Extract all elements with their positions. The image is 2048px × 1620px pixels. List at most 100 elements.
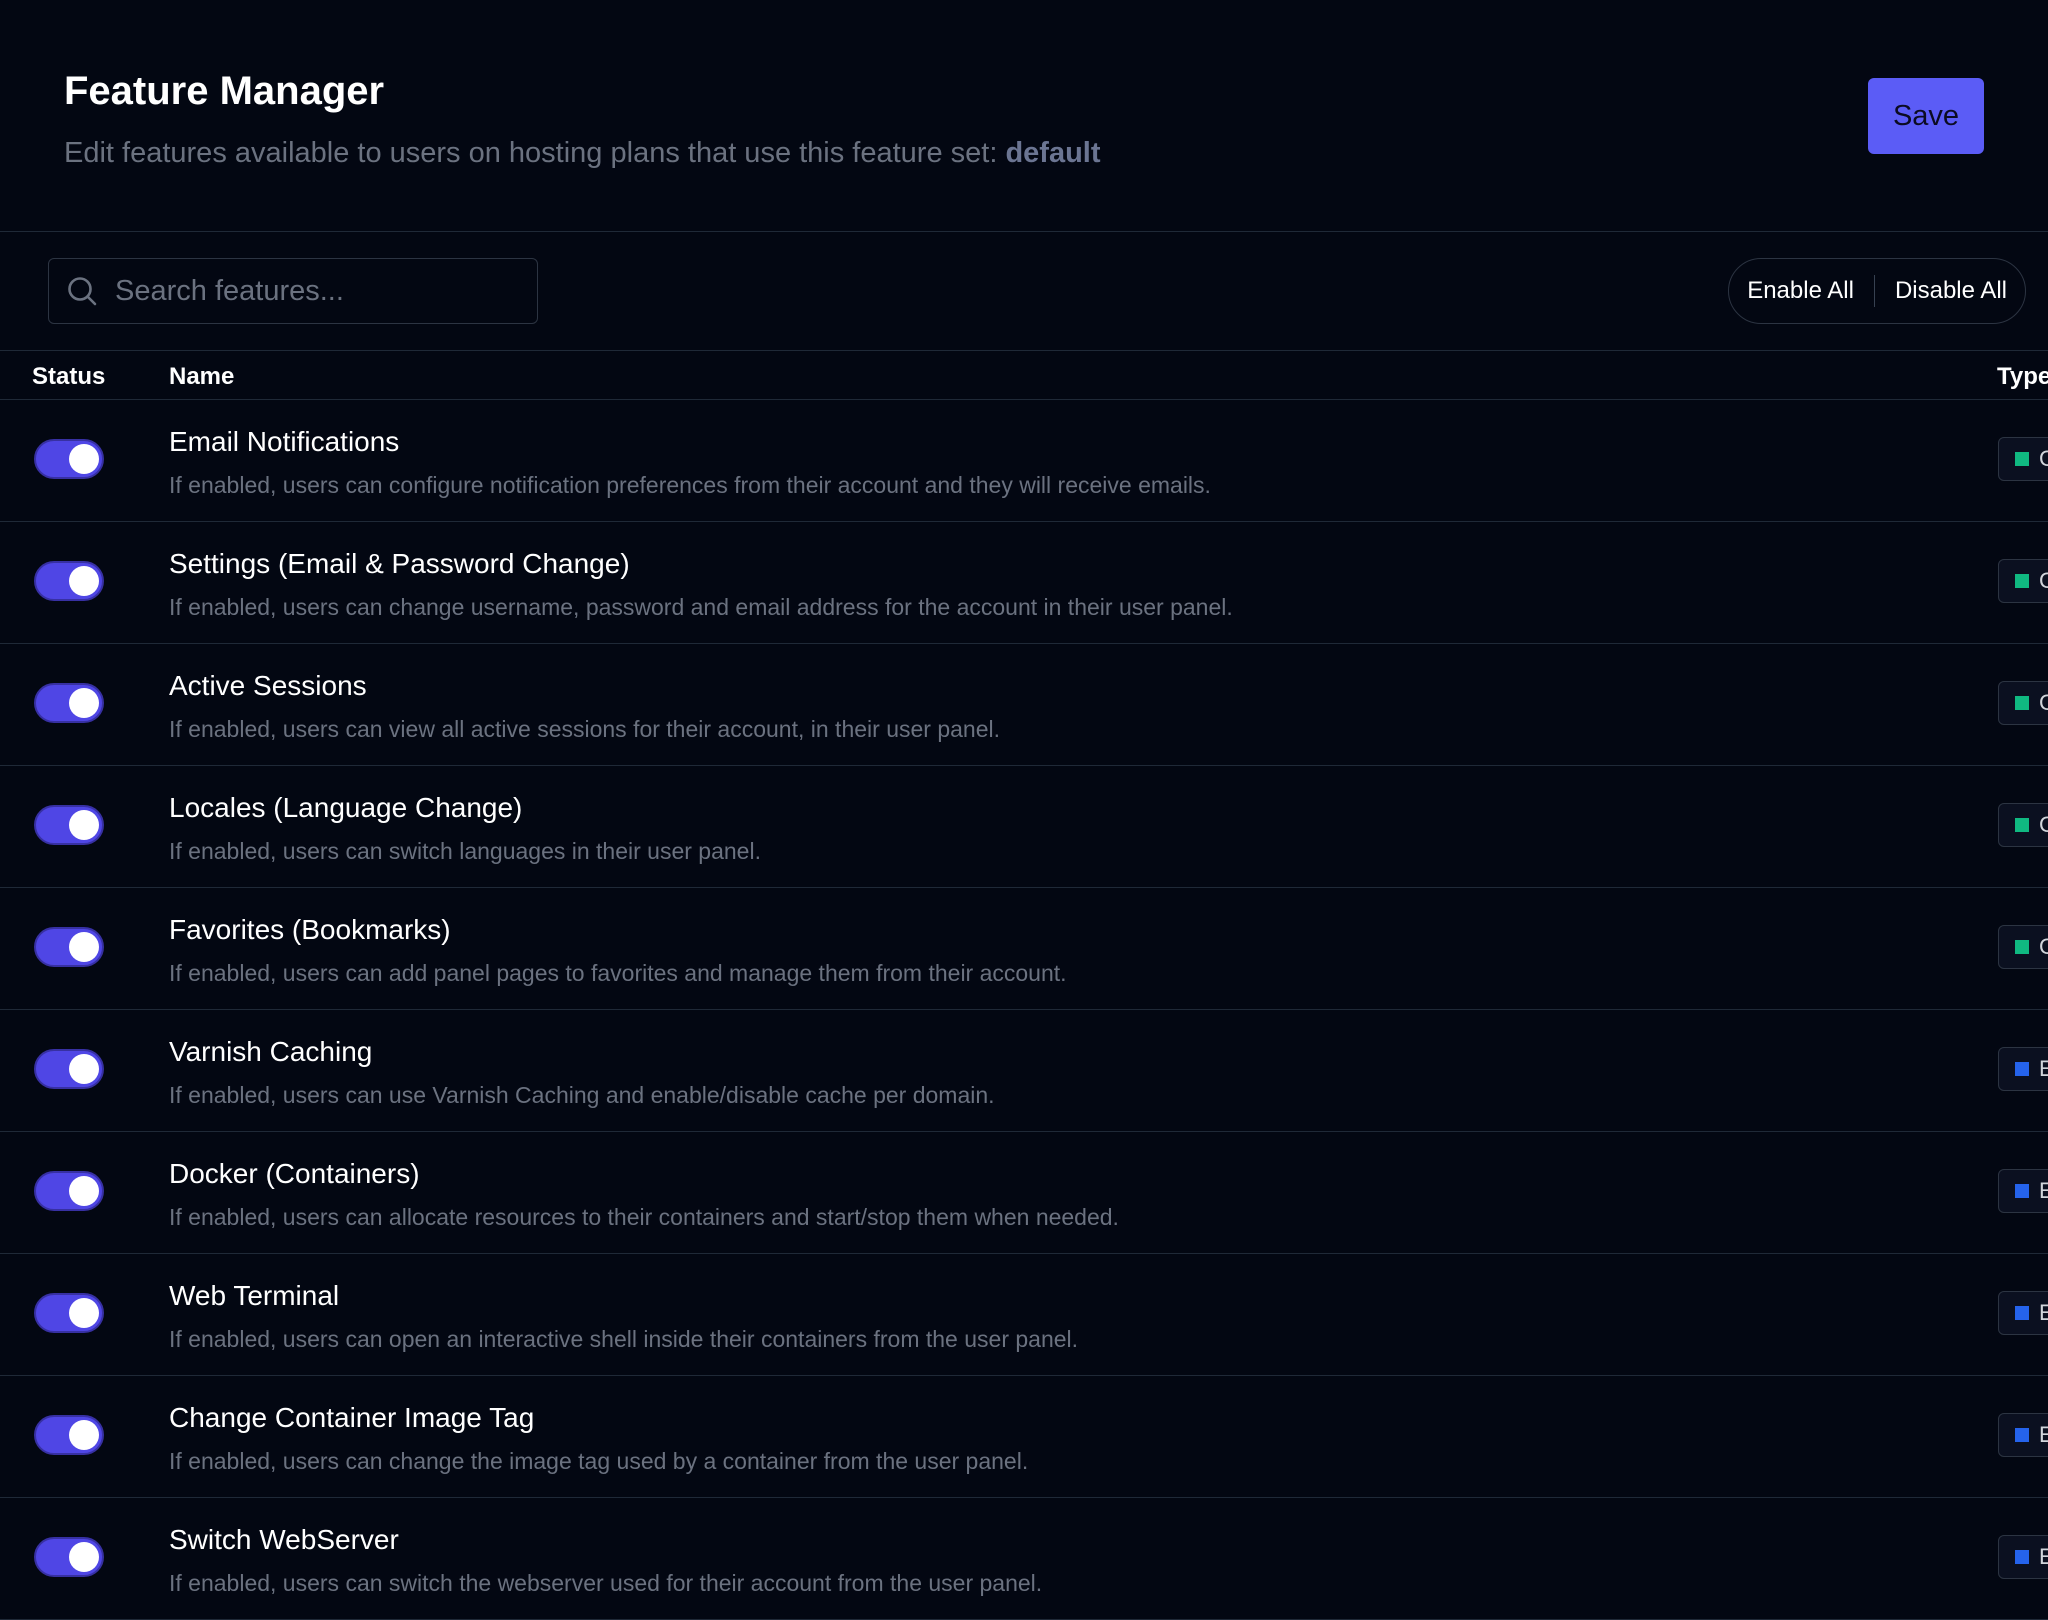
feature-manager-page: Feature Manager Edit features available … xyxy=(0,0,2048,1620)
feature-name: Web Terminal xyxy=(169,1280,340,1311)
page-header: Feature Manager Edit features available … xyxy=(0,0,2048,232)
search-input[interactable] xyxy=(113,273,517,309)
feature-description: If enabled, users can use Varnish Cachin… xyxy=(169,1082,995,1108)
subtitle-text: Edit features available to users on host… xyxy=(64,137,998,169)
feature-description: If enabled, users can switch the webserv… xyxy=(169,1570,1043,1596)
status-toggle[interactable] xyxy=(34,1171,104,1211)
type-indicator-icon xyxy=(2015,574,2029,588)
type-indicator-icon xyxy=(2015,1550,2029,1564)
status-toggle[interactable] xyxy=(34,1049,104,1089)
toggle-knob xyxy=(69,444,99,474)
page-subtitle: Edit features available to users on host… xyxy=(64,134,1984,172)
status-toggle[interactable] xyxy=(34,927,104,967)
type-badge: C xyxy=(1998,803,2048,847)
status-toggle[interactable] xyxy=(34,1293,104,1333)
status-toggle[interactable] xyxy=(34,439,104,479)
feature-name: Favorites (Bookmarks) xyxy=(169,914,451,945)
feature-description: If enabled, users can add panel pages to… xyxy=(169,960,1067,986)
status-toggle[interactable] xyxy=(34,1537,104,1577)
feature-name: Docker (Containers) xyxy=(169,1158,420,1189)
type-indicator-icon xyxy=(2015,1062,2029,1076)
type-label: C xyxy=(2039,568,2048,594)
type-label: E xyxy=(2039,1422,2048,1448)
feature-row: Locales (Language Change) If enabled, us… xyxy=(0,766,2048,888)
feature-row: Varnish Caching If enabled, users can us… xyxy=(0,1010,2048,1132)
feature-list: Email Notifications If enabled, users ca… xyxy=(0,400,2048,1620)
type-badge: E xyxy=(1998,1291,2048,1335)
status-toggle[interactable] xyxy=(34,683,104,723)
type-badge: E xyxy=(1998,1169,2048,1213)
feature-name: Varnish Caching xyxy=(169,1036,373,1067)
enable-all-button[interactable]: Enable All xyxy=(1747,277,1854,305)
feature-row: Docker (Containers) If enabled, users ca… xyxy=(0,1132,2048,1254)
column-name[interactable]: Name xyxy=(169,363,234,391)
feature-name: Active Sessions xyxy=(169,670,367,701)
feature-row: Active Sessions If enabled, users can vi… xyxy=(0,644,2048,766)
toggle-knob xyxy=(69,1298,99,1328)
feature-description: If enabled, users can allocate resources… xyxy=(169,1204,1119,1230)
feature-description: If enabled, users can change username, p… xyxy=(169,594,1233,620)
type-label: C xyxy=(2039,934,2048,960)
page-title: Feature Manager xyxy=(64,69,385,113)
type-indicator-icon xyxy=(2015,1184,2029,1198)
toolbar: Enable All Disable All xyxy=(0,232,2048,351)
type-label: C xyxy=(2039,812,2048,838)
type-badge: C xyxy=(1998,925,2048,969)
type-badge: C xyxy=(1998,559,2048,603)
type-indicator-icon xyxy=(2015,818,2029,832)
type-label: C xyxy=(2039,446,2048,472)
type-label: E xyxy=(2039,1300,2048,1326)
feature-name: Switch WebServer xyxy=(169,1524,399,1555)
bulk-divider xyxy=(1873,275,1875,307)
feature-set-name: default xyxy=(1005,137,1101,169)
feature-row: Favorites (Bookmarks) If enabled, users … xyxy=(0,888,2048,1010)
search-box[interactable] xyxy=(48,258,538,324)
toggle-knob xyxy=(69,1542,99,1572)
disable-all-button[interactable]: Disable All xyxy=(1895,277,2007,305)
feature-name: Change Container Image Tag xyxy=(169,1402,535,1433)
type-indicator-icon xyxy=(2015,1306,2029,1320)
status-toggle[interactable] xyxy=(34,805,104,845)
feature-description: If enabled, users can change the image t… xyxy=(169,1448,1029,1474)
save-button[interactable]: Save xyxy=(1868,78,1984,154)
toggle-knob xyxy=(69,1176,99,1206)
toggle-knob xyxy=(69,1054,99,1084)
bulk-actions: Enable All Disable All xyxy=(1728,258,2026,324)
toggle-knob xyxy=(69,566,99,596)
type-badge: E xyxy=(1998,1413,2048,1457)
type-badge: E xyxy=(1998,1047,2048,1091)
status-toggle[interactable] xyxy=(34,561,104,601)
type-indicator-icon xyxy=(2015,1428,2029,1442)
toggle-knob xyxy=(69,688,99,718)
column-type[interactable]: Type xyxy=(1997,363,2048,391)
feature-row: Switch WebServer If enabled, users can s… xyxy=(0,1498,2048,1620)
feature-description: If enabled, users can configure notifica… xyxy=(169,472,1211,498)
feature-description: If enabled, users can view all active se… xyxy=(169,716,1000,742)
feature-row: Email Notifications If enabled, users ca… xyxy=(0,400,2048,522)
table-header: Status Name Type xyxy=(0,351,2048,400)
feature-row: Settings (Email & Password Change) If en… xyxy=(0,522,2048,644)
toggle-knob xyxy=(69,932,99,962)
type-label: E xyxy=(2039,1056,2048,1082)
type-label: E xyxy=(2039,1178,2048,1204)
toggle-knob xyxy=(69,810,99,840)
feature-name: Locales (Language Change) xyxy=(169,792,523,823)
type-badge: E xyxy=(1998,1535,2048,1579)
toggle-knob xyxy=(69,1420,99,1450)
feature-row: Change Container Image Tag If enabled, u… xyxy=(0,1376,2048,1498)
type-indicator-icon xyxy=(2015,452,2029,466)
column-status[interactable]: Status xyxy=(32,363,105,391)
feature-name: Email Notifications xyxy=(169,426,400,457)
feature-name: Settings (Email & Password Change) xyxy=(169,548,630,579)
type-badge: C xyxy=(1998,437,2048,481)
feature-row: Web Terminal If enabled, users can open … xyxy=(0,1254,2048,1376)
type-indicator-icon xyxy=(2015,696,2029,710)
feature-description: If enabled, users can switch languages i… xyxy=(169,838,761,864)
type-label: E xyxy=(2039,1544,2048,1570)
type-indicator-icon xyxy=(2015,940,2029,954)
status-toggle[interactable] xyxy=(34,1415,104,1455)
feature-description: If enabled, users can open an interactiv… xyxy=(169,1326,1079,1352)
type-label: C xyxy=(2039,690,2048,716)
search-icon xyxy=(65,274,99,308)
type-badge: C xyxy=(1998,681,2048,725)
